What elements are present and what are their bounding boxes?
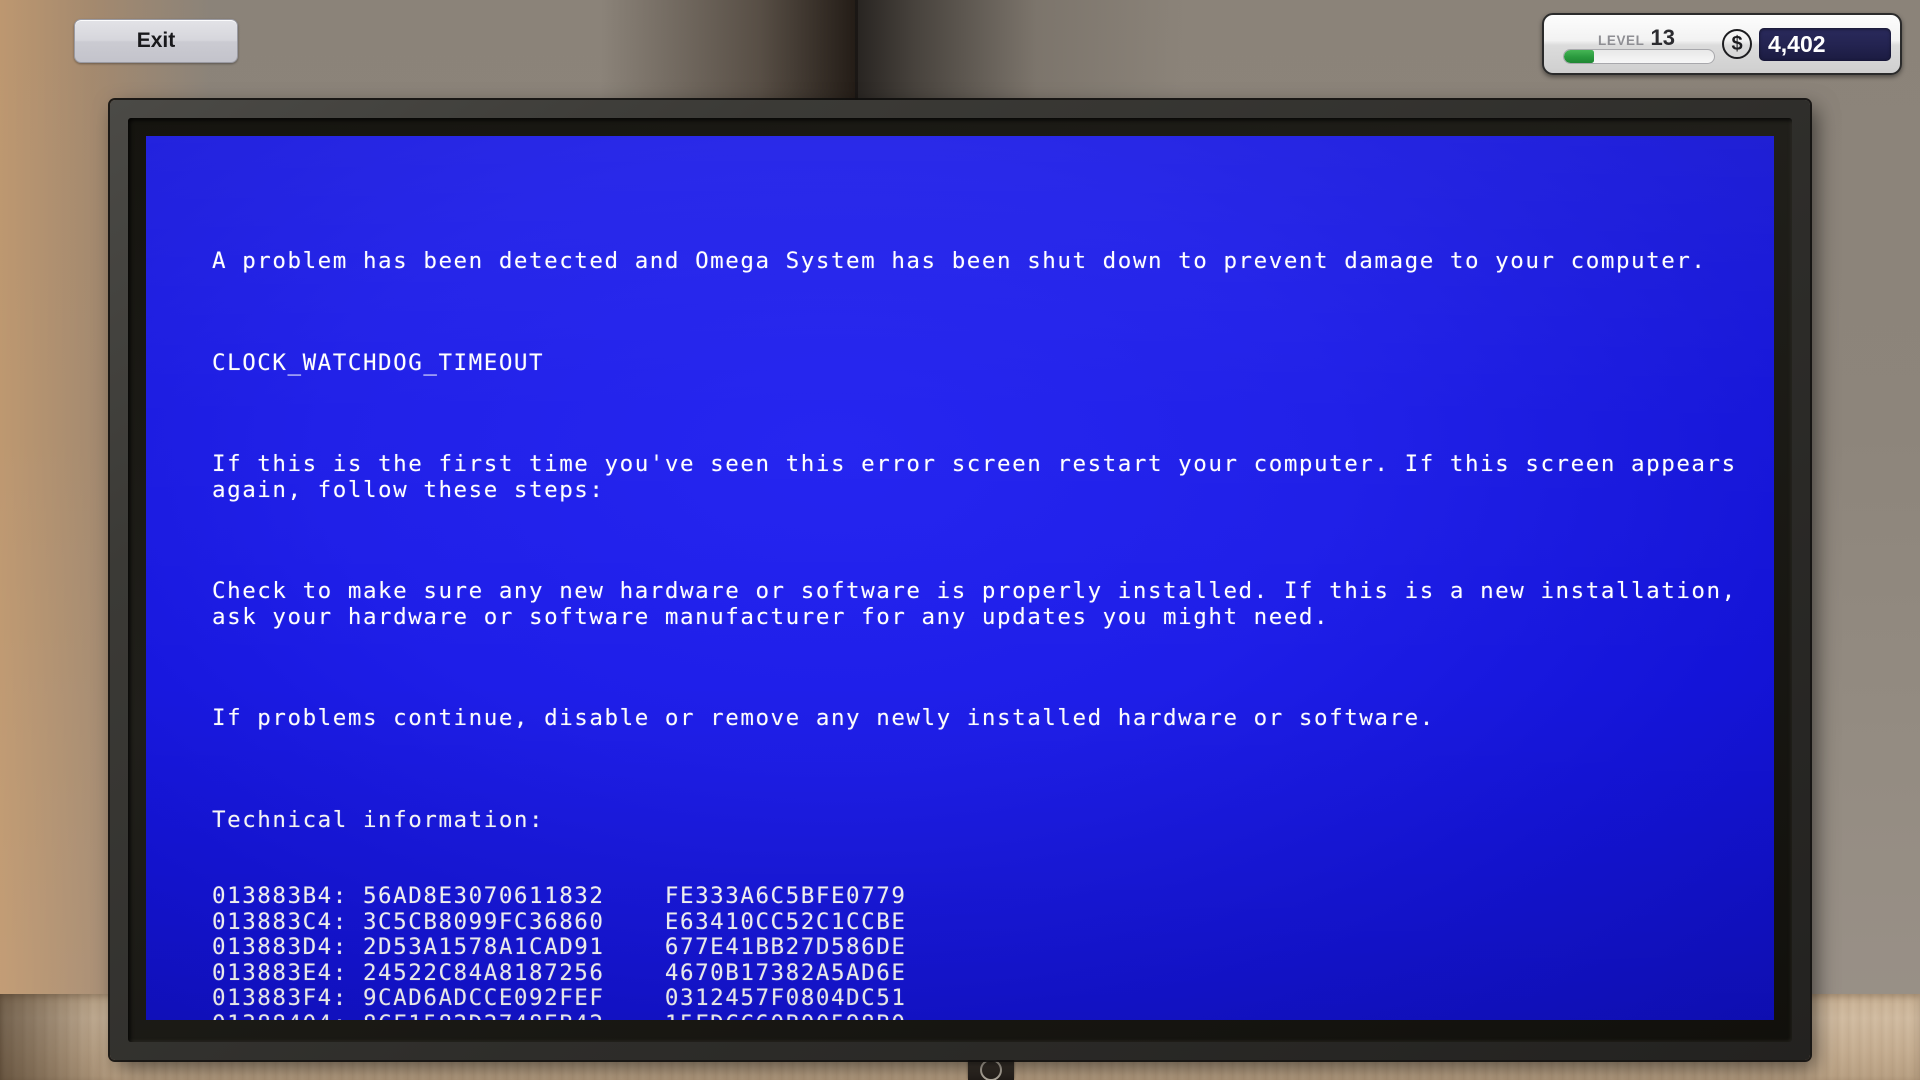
money-block: $ 4,402 <box>1722 27 1891 61</box>
monitor-inner-frame: A problem has been detected and Omega Sy… <box>128 118 1792 1042</box>
game-scene: A problem has been detected and Omega Sy… <box>0 0 1920 1080</box>
desk-shadow <box>0 994 120 1080</box>
bsod-technical-heading: Technical information: <box>212 806 545 833</box>
level-label: LEVEL <box>1598 32 1645 48</box>
bsod-intro-text: A problem has been detected and Omega Sy… <box>212 248 1707 274</box>
bsod-text-block: A problem has been detected and Omega Sy… <box>212 198 1744 1020</box>
dollar-icon: $ <box>1722 29 1752 59</box>
level-value: 13 <box>1650 24 1675 50</box>
bsod-first-time-text: If this is the first time you've seen th… <box>212 451 1752 503</box>
xp-progress-fill <box>1564 49 1594 63</box>
level-block: LEVEL 13 <box>1553 25 1716 64</box>
bsod-error-code: CLOCK_WATCHDOG_TIMEOUT <box>212 349 545 376</box>
bsod-if-problems-text: If problems continue, disable or remove … <box>212 705 1435 731</box>
bsod-memory-dump: 013883B4: 56AD8E3070611832 FE333A6C5BFE0… <box>212 883 907 1020</box>
exit-button-label: Exit <box>136 29 176 52</box>
level-readout: LEVEL 13 <box>1557 25 1716 50</box>
exit-button[interactable]: Exit <box>74 19 238 63</box>
monitor-screen[interactable]: A problem has been detected and Omega Sy… <box>146 136 1774 1020</box>
bsod-check-hardware-text: Check to make sure any new hardware or s… <box>212 578 1752 630</box>
xp-progress-bar <box>1563 48 1715 64</box>
money-amount: 4,402 <box>1759 27 1891 61</box>
hud-panel: LEVEL 13 $ 4,402 <box>1542 13 1902 75</box>
monitor[interactable]: A problem has been detected and Omega Sy… <box>110 100 1810 1060</box>
